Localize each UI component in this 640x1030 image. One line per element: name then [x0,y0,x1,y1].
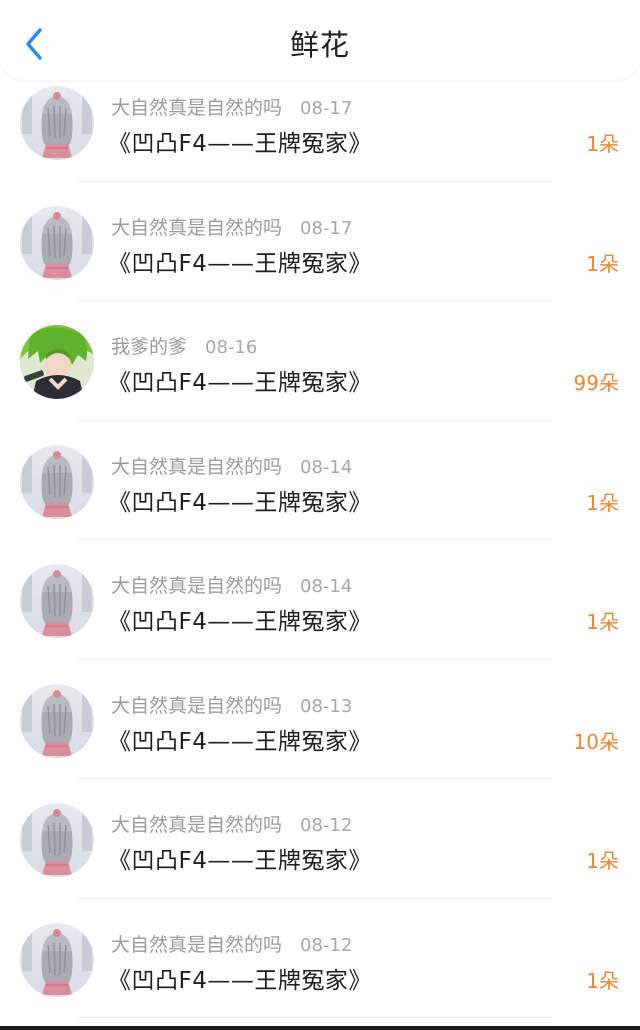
book-title[interactable]: 《凹凸F4——王牌冤家》 [108,602,372,636]
gift-date: 08-12 [300,934,353,956]
book-title[interactable]: 《凹凸F4——王牌冤家》 [108,961,372,995]
gift-list-item[interactable]: 我爹的爹 08-16 《凹凸F4——王牌冤家》 99朵 [0,301,640,421]
sender-name[interactable]: 大自然真是自然的吗 [111,695,282,717]
flower-count: 10朵 [573,729,619,754]
gift-date: 08-17 [300,217,353,239]
book-title[interactable]: 《凹凸F4——王牌冤家》 [108,483,372,517]
gift-meta: 大自然真是自然的吗 08-17 [111,213,352,240]
gift-list-item[interactable]: 大自然真是自然的吗 08-12 《凹凸F4——王牌冤家》 1朵 [0,779,640,899]
flower-gift-list: 大自然真是自然的吗 08-17 《凹凸F4——王牌冤家》 1朵 大自然真是自然的吗… [0,62,640,1018]
gift-meta: 我爹的爹 08-16 [111,332,257,359]
silver-hair-girl-avatar [20,922,94,997]
gift-meta: 大自然真是自然的吗 08-14 [111,452,352,479]
sender-name[interactable]: 大自然真是自然的吗 [111,456,282,478]
book-title[interactable]: 《凹凸F4——王牌冤家》 [108,363,372,397]
flower-count: 1朵 [586,251,619,276]
flower-count: 1朵 [586,968,619,993]
avatar[interactable] [20,444,94,519]
flower-count: 1朵 [586,610,619,634]
silver-hair-girl-avatar [20,86,94,160]
avatar[interactable] [20,922,94,997]
gift-list-item[interactable]: 大自然真是自然的吗 08-13 《凹凸F4——王牌冤家》 10朵 [0,660,640,779]
sender-name[interactable]: 大自然真是自然的吗 [111,97,282,119]
flower-count: 1朵 [586,849,619,873]
flower-count: 1朵 [586,132,619,156]
gift-date: 08-16 [205,337,258,358]
silver-hair-girl-avatar [20,444,94,519]
avatar[interactable] [20,564,94,638]
gift-meta: 大自然真是自然的吗 08-14 [111,571,352,598]
flower-count: 1朵 [586,490,619,515]
gift-list-item[interactable]: 大自然真是自然的吗 08-14 《凹凸F4——王牌冤家》 1朵 [0,421,640,540]
avatar[interactable] [20,86,94,160]
book-title[interactable]: 《凹凸F4——王牌冤家》 [108,722,372,756]
gift-date: 08-14 [300,456,353,478]
gift-date: 08-13 [300,695,353,717]
silver-hair-girl-avatar [20,205,94,280]
avatar[interactable] [20,683,94,758]
gift-date: 08-14 [300,576,353,597]
silver-hair-girl-avatar [20,564,94,638]
sender-name[interactable]: 大自然真是自然的吗 [111,575,282,597]
gift-date: 08-12 [300,815,353,836]
bottom-edge [0,1026,640,1030]
flower-list-page: 鲜花 大自然真是自然的吗 08-17 《凹凸F4——王牌冤家》 1朵 大自然真是… [0,0,640,1030]
sender-name[interactable]: 大自然真是自然的吗 [111,814,282,836]
avatar[interactable] [20,205,94,280]
book-title[interactable]: 《凹凸F4——王牌冤家》 [108,124,372,158]
top-bar: 鲜花 [0,0,640,80]
silver-hair-girl-avatar [20,683,94,758]
sender-name[interactable]: 我爹的爹 [111,336,187,358]
book-title[interactable]: 《凹凸F4——王牌冤家》 [108,841,372,875]
flower-count: 99朵 [573,371,619,395]
sender-name[interactable]: 大自然真是自然的吗 [111,217,282,239]
sender-name[interactable]: 大自然真是自然的吗 [111,934,282,956]
silver-hair-girl-avatar [20,803,94,877]
gift-list-item[interactable]: 大自然真是自然的吗 08-17 《凹凸F4——王牌冤家》 1朵 [0,182,640,301]
avatar[interactable] [20,803,94,877]
avatar[interactable] [20,325,94,399]
green-hair-character-avatar [20,325,94,399]
gift-meta: 大自然真是自然的吗 08-12 [111,930,352,957]
gift-date: 08-17 [300,98,353,119]
gift-meta: 大自然真是自然的吗 08-13 [111,691,352,718]
gift-meta: 大自然真是自然的吗 08-12 [111,810,352,837]
page-title: 鲜花 [289,28,350,62]
gift-list-item[interactable]: 大自然真是自然的吗 08-12 《凹凸F4——王牌冤家》 1朵 [0,899,640,1018]
gift-list-item[interactable]: 大自然真是自然的吗 08-14 《凹凸F4——王牌冤家》 1朵 [0,540,640,660]
gift-meta: 大自然真是自然的吗 08-17 [111,93,352,120]
row-divider [78,1017,552,1018]
book-title[interactable]: 《凹凸F4——王牌冤家》 [108,244,372,278]
